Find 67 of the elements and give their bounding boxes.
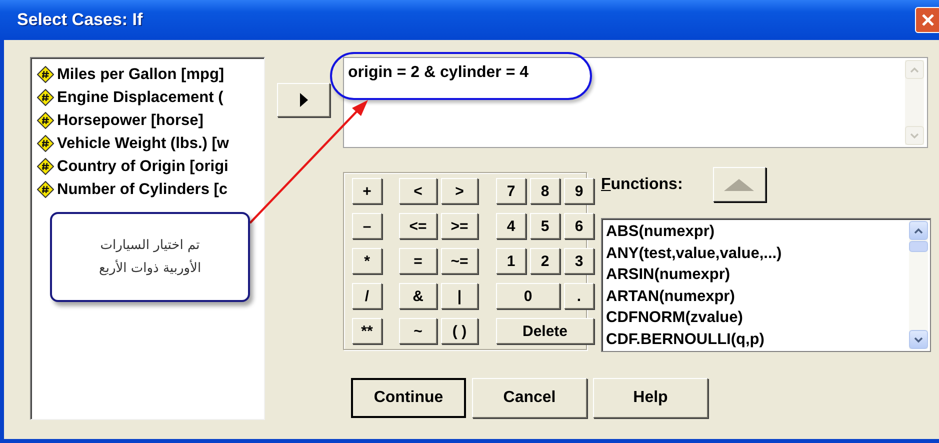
functions-label: Functions:: [601, 176, 683, 194]
dialog-button[interactable]: Cancel: [472, 378, 587, 418]
keypad-key[interactable]: 1: [496, 248, 526, 274]
paste-function-button[interactable]: [712, 167, 766, 202]
keypad-key[interactable]: <: [399, 178, 437, 204]
keypad-key[interactable]: 5: [530, 213, 560, 239]
variable-item[interactable]: Miles per Gallon [mpg]: [37, 63, 264, 86]
scrollbar[interactable]: [909, 221, 928, 349]
keypad-key[interactable]: >: [441, 178, 478, 204]
keypad-key[interactable]: 8: [530, 178, 560, 204]
keypad-key[interactable]: **: [352, 318, 382, 344]
function-item[interactable]: ABS(numexpr): [606, 221, 782, 242]
variable-item[interactable]: Horsepower [horse]: [37, 109, 264, 132]
keypad-key[interactable]: &: [399, 283, 437, 309]
keypad-key[interactable]: .: [564, 283, 594, 309]
numeric-variable-icon: [37, 158, 54, 175]
keypad-key[interactable]: 7: [496, 178, 526, 204]
move-button[interactable]: [277, 83, 330, 117]
scroll-down-icon: [909, 330, 928, 349]
triangle-up-icon: [724, 178, 754, 190]
close-icon: [921, 13, 935, 27]
numeric-variable-icon: [37, 89, 54, 106]
keypad-key[interactable]: 2: [530, 248, 560, 274]
expression-field[interactable]: origin = 2 & cylinder = 4: [343, 57, 928, 148]
window-title: Select Cases: If: [17, 10, 143, 30]
numeric-variable-icon: [37, 66, 54, 83]
variable-item[interactable]: Vehicle Weight (lbs.) [w: [37, 132, 264, 155]
dialog-button[interactable]: Continue: [351, 378, 466, 418]
keypad-key[interactable]: =: [399, 248, 437, 274]
scrollbar[interactable]: [905, 60, 924, 145]
keypad-key[interactable]: 3: [564, 248, 594, 274]
keypad-key[interactable]: /: [352, 283, 382, 309]
callout-text: الأوربية ذوات الأربع: [98, 261, 202, 276]
play-icon: [298, 92, 308, 108]
keypad-key[interactable]: Delete: [496, 318, 594, 344]
keypad-key[interactable]: |: [441, 283, 478, 309]
function-item[interactable]: ARSIN(numexpr): [606, 264, 782, 286]
dialog-button[interactable]: Help: [593, 378, 708, 418]
keypad-key[interactable]: 6: [564, 213, 594, 239]
keypad-key[interactable]: <=: [399, 213, 437, 239]
keypad-key[interactable]: ~: [399, 318, 437, 344]
numeric-variable-icon: [37, 112, 54, 129]
keypad-key[interactable]: 0: [496, 283, 560, 309]
functions-list[interactable]: ABS(numexpr) ANY(test,value,value,...) ARSIN(numexpr) ARTAN(numexpr) CDFNORM(zvalue) CDF.BERNOULLI(q,p): [601, 218, 931, 352]
function-item[interactable]: ANY(test,value,value,...): [606, 242, 782, 264]
keypad-key[interactable]: ~=: [441, 248, 478, 274]
variable-item[interactable]: Number of Cylinders [c: [37, 178, 264, 201]
variable-item[interactable]: Engine Displacement (: [37, 86, 264, 109]
close-button[interactable]: [915, 7, 939, 33]
keypad-key[interactable]: *: [352, 248, 382, 274]
function-item[interactable]: CDF.BERNOULLI(q,p): [606, 328, 782, 350]
numeric-variable-icon: [37, 181, 54, 198]
function-item[interactable]: CDFNORM(zvalue): [606, 307, 782, 328]
keypad-key[interactable]: +: [352, 178, 382, 204]
scroll-thumb[interactable]: [909, 241, 928, 252]
function-item[interactable]: ARTAN(numexpr): [606, 286, 782, 307]
keypad-key[interactable]: –: [352, 213, 382, 239]
callout-text: تم اختيار السيارات: [100, 238, 200, 253]
scroll-up-icon: [905, 60, 924, 79]
variable-item[interactable]: Country of Origin [origi: [37, 155, 264, 178]
numeric-variable-icon: [37, 135, 54, 152]
scroll-up-icon: [909, 221, 928, 240]
keypad-key[interactable]: ( ): [441, 318, 478, 344]
scroll-down-icon: [905, 126, 924, 145]
keypad-key[interactable]: >=: [441, 213, 478, 239]
keypad-key[interactable]: 4: [496, 213, 526, 239]
keypad-key[interactable]: 9: [564, 178, 594, 204]
